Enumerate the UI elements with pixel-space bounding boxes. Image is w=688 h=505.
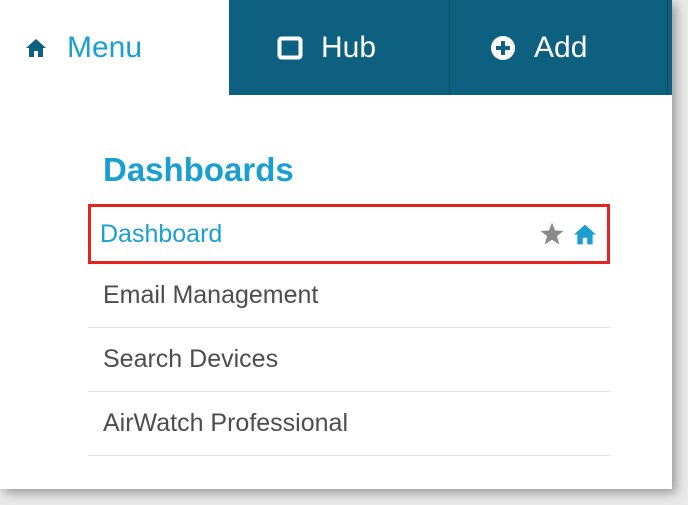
section-title: Dashboards <box>103 151 294 188</box>
menu-item-label: Email Management <box>103 281 319 309</box>
tab-menu-label: Menu <box>67 30 143 64</box>
plus-circle-icon <box>490 35 516 61</box>
tab-add-label: Add <box>534 30 588 64</box>
tab-hub[interactable]: Hub <box>229 0 450 95</box>
square-icon <box>277 36 303 60</box>
menu-item-airwatch-professional[interactable]: AirWatch Professional <box>88 392 610 456</box>
menu-item-label: Dashboard <box>100 219 223 248</box>
menu-item-label: AirWatch Professional <box>103 409 348 437</box>
home-icon <box>25 38 47 58</box>
dashboards-list: Dashboard Email Management Search Device… <box>88 204 610 456</box>
menu-item-dashboard[interactable]: Dashboard <box>88 204 610 264</box>
tab-menu[interactable]: Menu <box>0 0 229 95</box>
item-actions <box>539 222 597 247</box>
home-icon[interactable] <box>573 223 597 245</box>
dashboards-section: Dashboards Dashboard Email Management Se… <box>88 150 610 456</box>
menu-item-label: Search Devices <box>103 345 279 373</box>
tab-hub-label: Hub <box>321 30 377 64</box>
menu-item-email-management[interactable]: Email Management <box>88 264 610 328</box>
menu-panel: Menu Hub Add Dashboards Dashboard Email … <box>0 0 672 489</box>
tab-add[interactable]: Add <box>450 0 668 95</box>
star-icon[interactable] <box>539 222 565 247</box>
top-navigation: Menu Hub Add <box>0 0 672 95</box>
menu-item-search-devices[interactable]: Search Devices <box>88 328 610 392</box>
